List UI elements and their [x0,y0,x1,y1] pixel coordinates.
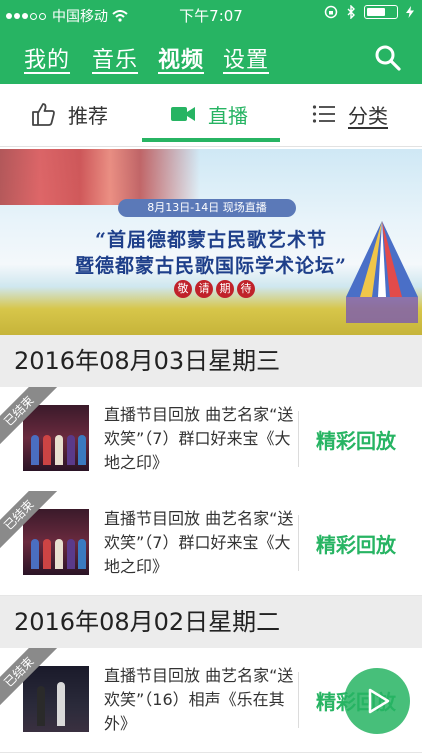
nav-tab-music[interactable]: 音乐 [92,42,138,74]
item-title: 直播节目回放 曲艺名家“送欢笑”（7）群口好来宝《大地之印》 [104,509,294,576]
charging-icon [406,6,414,18]
banner-seal: 敬 请 期 待 [174,280,255,298]
seal-char: 期 [216,280,234,298]
item-title: 直播节目回放 曲艺名家“送欢笑”（16）相声《乐在其外》 [104,666,294,733]
nav-tab-video[interactable]: 视频 [158,42,204,74]
video-thumbnail [23,666,89,732]
banner-dancers-image [0,149,200,205]
item-title: 直播节目回放 曲艺名家“送欢笑”（7）群口好来宝《大地之印》 [104,405,294,472]
play-icon [368,688,390,714]
seal-char: 待 [237,280,255,298]
status-bar: 中国移动 下午7:07 [0,0,422,28]
banner-date: 8月13日-14日 现场直播 [118,199,296,217]
nav-tab-settings[interactable]: 设置 [223,42,269,74]
video-camera-icon [171,107,195,121]
floating-play-button[interactable] [344,668,410,734]
tab-category-label: 分类 [348,103,388,128]
replay-button[interactable]: 精彩回放 [316,425,396,454]
tab-live[interactable]: 直播 [170,84,248,144]
tab-live-label: 直播 [208,103,248,128]
tab-category[interactable]: 分类 [312,84,388,144]
list-item[interactable]: 已结束 直播节目回放 曲艺名家“送欢笑”（7）群口好来宝《大地之印》 精彩回放 [0,387,422,492]
video-thumbnail [23,405,89,471]
thumbs-up-icon [32,103,55,126]
date-header: 2016年08月03日星期三 [0,335,422,387]
divider [298,515,299,571]
battery-icon [364,5,398,19]
date-header: 2016年08月02日星期二 [0,596,422,648]
seal-char: 请 [195,280,213,298]
banner-tent-image [346,221,418,323]
divider [298,411,299,467]
top-nav: 我的 音乐 视频 设置 [0,36,422,80]
search-icon[interactable] [374,44,402,72]
event-banner[interactable]: 8月13日-14日 现场直播 “首届德都蒙古民歌艺术节 暨德都蒙古民歌国际学术论… [0,149,422,335]
status-right [324,5,414,19]
video-thumbnail [23,509,89,575]
rotation-lock-icon [324,5,338,19]
bluetooth-icon [347,5,355,19]
top-bar: 中国移动 下午7:07 我的 音乐 视频 设置 [0,0,422,84]
tab-recommend[interactable]: 推荐 [30,84,108,144]
seal-char: 敬 [174,280,192,298]
list-item[interactable]: 已结束 直播节目回放 曲艺名家“送欢笑”（7）群口好来宝《大地之印》 精彩回放 [0,491,422,596]
list-icon [312,105,335,123]
nav-tab-mine[interactable]: 我的 [24,42,70,74]
replay-button[interactable]: 精彩回放 [316,529,396,558]
active-tab-indicator [142,138,280,142]
divider [298,672,299,728]
tab-recommend-label: 推荐 [68,103,108,128]
